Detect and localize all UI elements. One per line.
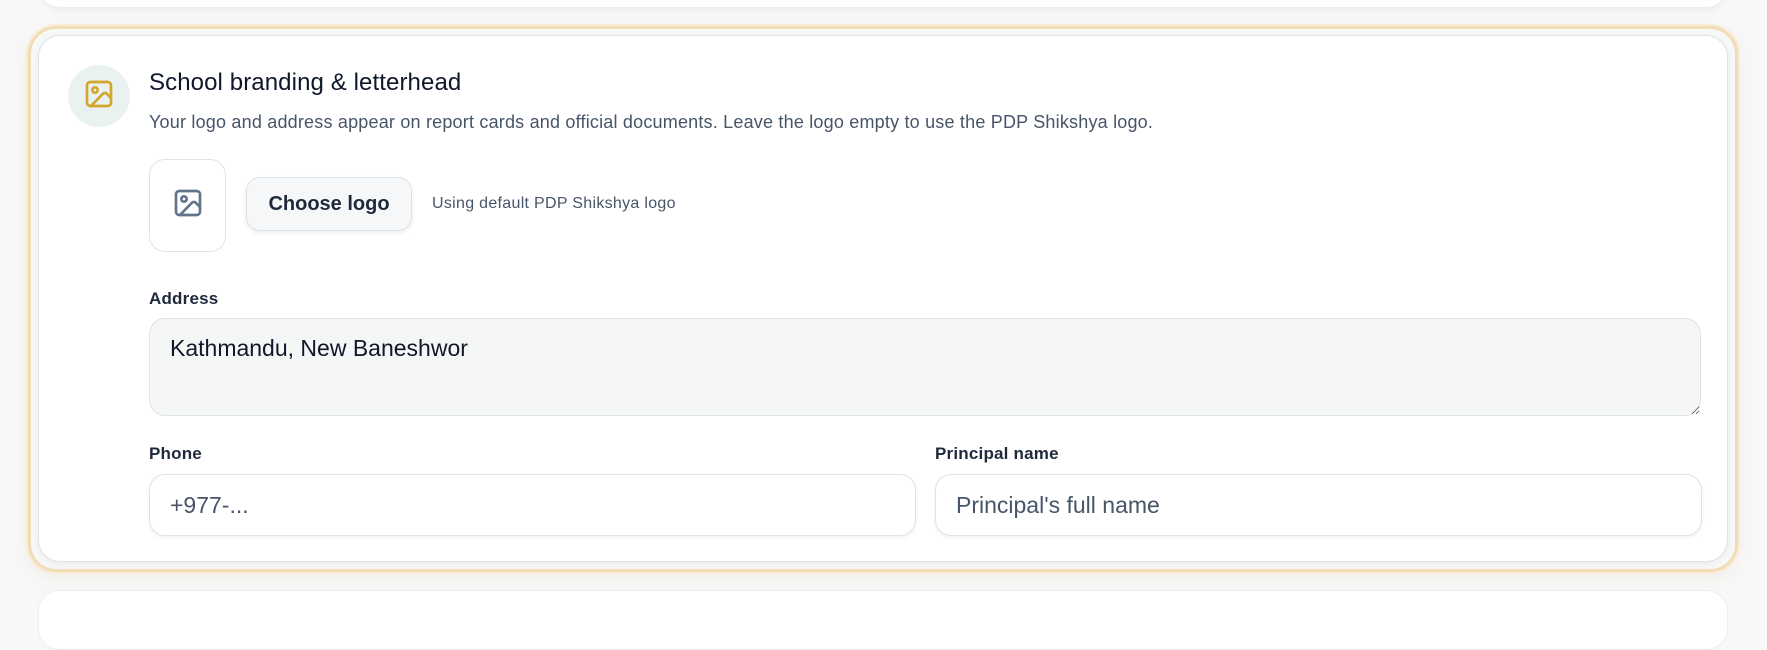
choose-logo-button[interactable]: Choose logo — [246, 177, 412, 231]
phone-label: Phone — [149, 444, 202, 463]
address-input[interactable]: Kathmandu, New Baneshwor — [149, 318, 1701, 416]
section-title: School branding & letterhead — [149, 69, 462, 96]
image-icon — [83, 78, 115, 115]
section-description: Your logo and address appear on report c… — [149, 112, 1154, 132]
principal-name-input[interactable] — [935, 474, 1702, 536]
address-label: Address — [149, 289, 219, 308]
logo-preview — [149, 159, 226, 252]
branding-card: School branding & letterhead Your logo a… — [38, 35, 1728, 562]
principal-name-label: Principal name — [935, 444, 1059, 463]
logo-status-text: Using default PDP Shikshya logo — [432, 195, 676, 212]
image-icon — [172, 187, 204, 224]
section-icon-badge — [68, 65, 130, 127]
next-card — [38, 590, 1728, 650]
phone-input[interactable] — [149, 474, 916, 536]
previous-card — [38, 0, 1728, 8]
